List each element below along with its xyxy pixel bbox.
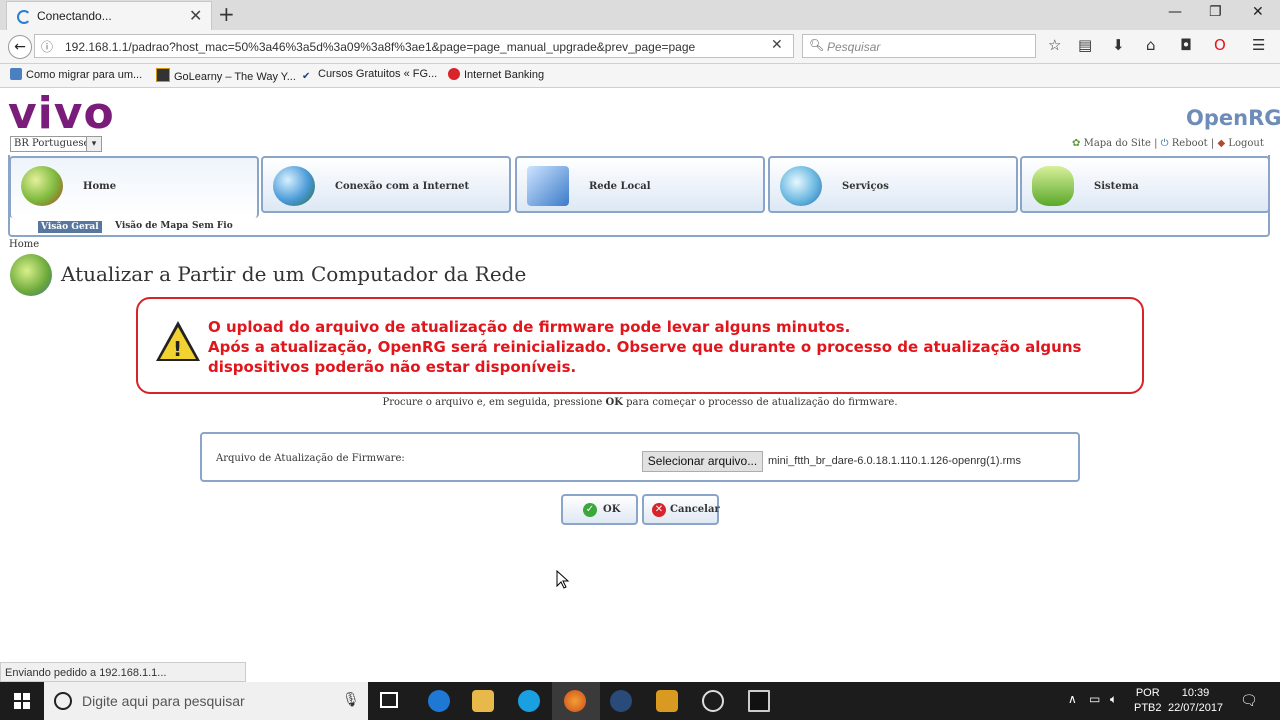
file-explorer-icon[interactable] bbox=[472, 690, 494, 712]
input-language[interactable]: POR PTB2 bbox=[1134, 686, 1162, 716]
tab-home[interactable]: Home bbox=[9, 156, 259, 218]
warning-box: ! O upload do arquivo de atualização de … bbox=[136, 297, 1144, 394]
router-icon bbox=[1032, 166, 1074, 206]
bookmark-item[interactable]: GoLearny – The Way Y... bbox=[156, 68, 296, 83]
stop-loading-icon[interactable]: ✕ bbox=[771, 37, 783, 53]
logout-icon: ◆ bbox=[1217, 138, 1226, 149]
close-window-icon[interactable]: ✕ bbox=[1252, 4, 1264, 20]
logout-link[interactable]: Logout bbox=[1228, 138, 1264, 149]
browser-tab[interactable]: Conectando... ✕ bbox=[6, 1, 212, 30]
pocket-icon[interactable]: ◘ bbox=[1180, 36, 1192, 54]
network-icon bbox=[527, 166, 569, 206]
reboot-icon: ⏻ bbox=[1160, 138, 1169, 149]
loading-spinner-icon bbox=[17, 10, 31, 24]
ok-button[interactable]: ✓ OK bbox=[561, 494, 638, 525]
url-bar[interactable]: ⓘ 192.168.1.1/padrao?host_mac=50%3a46%3a… bbox=[34, 34, 794, 58]
opera-icon[interactable]: O bbox=[1214, 36, 1226, 54]
sitemap-icon: ✿ bbox=[1072, 138, 1081, 149]
reboot-link[interactable]: Reboot bbox=[1172, 138, 1208, 149]
house-icon bbox=[21, 166, 63, 206]
system-clock[interactable]: 10:39 22/07/2017 bbox=[1168, 686, 1223, 716]
star-icon[interactable]: ☆ bbox=[1048, 36, 1061, 54]
browser-nav-bar: ← ⓘ 192.168.1.1/padrao?host_mac=50%3a46%… bbox=[0, 30, 1280, 64]
tab-internet-connection[interactable]: Conexão com a Internet bbox=[261, 156, 511, 213]
warning-text: O upload do arquivo de atualização de fi… bbox=[208, 318, 1082, 376]
menu-icon[interactable]: ☰ bbox=[1252, 36, 1265, 54]
taskbar-search-placeholder: Digite aqui para pesquisar bbox=[82, 693, 245, 709]
reading-list-icon[interactable]: ▤ bbox=[1078, 36, 1092, 54]
terminal-icon[interactable] bbox=[748, 690, 770, 712]
language-select[interactable]: BR Portuguese ▾ bbox=[10, 136, 102, 152]
bookmark-item[interactable]: Como migrar para um... bbox=[10, 68, 142, 81]
chevron-down-icon: ▾ bbox=[86, 137, 101, 151]
breadcrumb[interactable]: Home bbox=[9, 239, 39, 250]
cancel-button[interactable]: ✕ Cancelar bbox=[642, 494, 720, 525]
tab-local-network[interactable]: Rede Local bbox=[515, 156, 765, 213]
tab-services[interactable]: Serviços bbox=[768, 156, 1018, 213]
notifications-icon[interactable]: 🗨︎ bbox=[1240, 692, 1258, 709]
bookmark-icon bbox=[10, 68, 22, 80]
url-text[interactable]: 192.168.1.1/padrao?host_mac=50%3a46%3a5d… bbox=[65, 40, 745, 54]
subtab-overview[interactable]: Visão Geral bbox=[38, 221, 102, 233]
check-icon: ✓ bbox=[583, 503, 597, 517]
globe-icon bbox=[273, 166, 315, 206]
tray-expand-icon[interactable]: ∧ bbox=[1068, 692, 1077, 706]
steam-icon[interactable] bbox=[610, 690, 632, 712]
windows-start-icon[interactable] bbox=[14, 693, 30, 709]
mouse-cursor-icon bbox=[556, 570, 570, 589]
search-input[interactable]: 🔍︎ Pesquisar bbox=[802, 34, 1036, 58]
select-file-button[interactable]: Selecionar arquivo... bbox=[642, 451, 763, 472]
new-tab-icon[interactable]: + bbox=[218, 2, 235, 26]
minimize-icon[interactable]: — bbox=[1168, 4, 1182, 20]
top-links: ✿ Mapa do Site | ⏻ Reboot | ◆ Logout bbox=[1072, 138, 1264, 149]
skype-icon[interactable] bbox=[518, 690, 540, 712]
network-tray-icon[interactable]: ▭ bbox=[1089, 692, 1100, 706]
firmware-file-label: Arquivo de Atualização de Firmware: bbox=[216, 453, 405, 464]
bookmark-item[interactable]: ✔ Cursos Gratuitos « FG... bbox=[302, 68, 437, 83]
bookmark-item[interactable]: Internet Banking bbox=[448, 68, 544, 81]
instruction-text: Procure o arquivo e, em seguida, pressio… bbox=[382, 397, 898, 408]
upgrade-icon bbox=[10, 254, 52, 296]
restore-icon[interactable]: ❐ bbox=[1209, 4, 1222, 20]
windows-taskbar: Digite aqui para pesquisar 🎙︎ ∧ ▭ 🔈︎ POR… bbox=[0, 682, 1280, 720]
selected-file-name: mini_ftth_br_dare-6.0.18.1.110.1.126-ope… bbox=[768, 455, 1021, 467]
tab-title: Conectando... bbox=[37, 9, 112, 23]
task-view-icon[interactable] bbox=[380, 692, 398, 708]
sitemap-link[interactable]: Mapa do Site bbox=[1084, 138, 1151, 149]
download-icon[interactable]: ⬇ bbox=[1112, 36, 1125, 54]
openrg-logo: OpenRG bbox=[1186, 106, 1280, 130]
firmware-upload-form: Arquivo de Atualização de Firmware: Sele… bbox=[200, 432, 1080, 482]
back-icon[interactable]: ← bbox=[8, 35, 32, 59]
golearny-icon bbox=[156, 68, 170, 82]
microphone-icon[interactable]: 🎙︎ bbox=[342, 692, 360, 708]
close-tab-icon[interactable]: ✕ bbox=[189, 6, 202, 25]
bank-icon bbox=[448, 68, 460, 80]
home-icon[interactable]: ⌂ bbox=[1146, 36, 1156, 54]
browser-tab-bar: Conectando... ✕ + — ❐ ✕ bbox=[0, 0, 1280, 30]
cortana-icon bbox=[54, 692, 72, 710]
vivo-logo: vivo bbox=[8, 88, 115, 139]
services-icon bbox=[780, 166, 822, 206]
subtab-wireless[interactable]: Sem Fio bbox=[192, 221, 233, 231]
firefox-icon[interactable] bbox=[564, 690, 586, 712]
browser-status-bar: Enviando pedido a 192.168.1.1... bbox=[0, 662, 246, 682]
search-placeholder: Pesquisar bbox=[827, 40, 881, 54]
exclamation-icon: ! bbox=[173, 337, 183, 361]
golearny-app-icon[interactable] bbox=[656, 690, 678, 712]
fgv-icon: ✔ bbox=[302, 71, 311, 82]
tab-system[interactable]: Sistema bbox=[1020, 156, 1270, 213]
cancel-icon: ✕ bbox=[652, 503, 666, 517]
bookmarks-bar: Como migrar para um... GoLearny – The Wa… bbox=[0, 64, 1280, 88]
volume-icon[interactable]: 🔈︎ bbox=[1110, 692, 1117, 707]
search-icon: 🔍︎ bbox=[809, 38, 825, 52]
taskbar-search-input[interactable]: Digite aqui para pesquisar 🎙︎ bbox=[44, 682, 368, 720]
edge-icon[interactable] bbox=[428, 690, 450, 712]
subtab-map-view[interactable]: Visão de Mapa bbox=[115, 221, 188, 231]
obs-icon[interactable] bbox=[702, 690, 724, 712]
info-icon[interactable]: ⓘ bbox=[41, 38, 53, 55]
page-title: Atualizar a Partir de um Computador da R… bbox=[61, 262, 527, 286]
